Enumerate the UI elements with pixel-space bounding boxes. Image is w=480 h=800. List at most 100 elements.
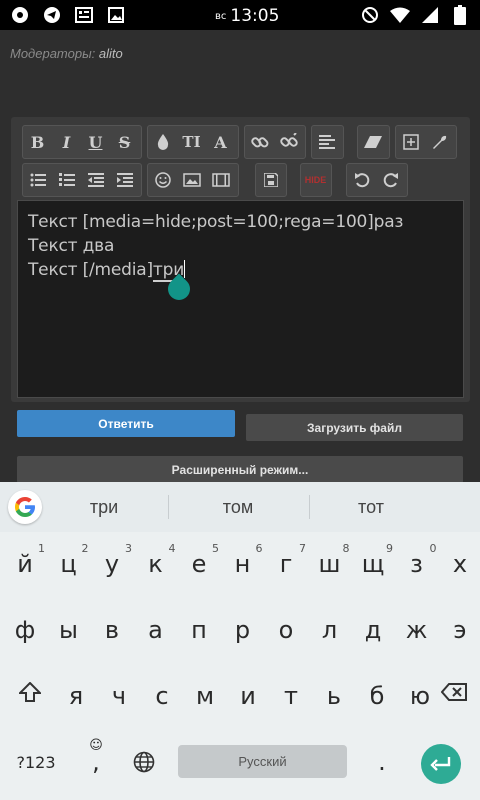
key-з[interactable]: 0з (393, 534, 441, 594)
image-icon[interactable] (177, 164, 206, 196)
underline-button[interactable]: U (81, 126, 110, 158)
insert-group (395, 125, 457, 159)
clock-time: 13:05 (230, 6, 280, 26)
history-group (346, 163, 408, 197)
indent-icon[interactable] (110, 164, 139, 196)
space-bar[interactable]: Русский (178, 745, 347, 778)
suggestion-2[interactable]: том (178, 497, 298, 518)
text-caret (184, 260, 186, 278)
save-icon[interactable] (256, 164, 285, 196)
period-key[interactable]: . (358, 732, 406, 792)
upload-file-button[interactable]: Загрузить файл (246, 414, 463, 441)
key-щ[interactable]: 9щ (349, 534, 397, 594)
key-ш[interactable]: 8ш (306, 534, 354, 594)
bold-button[interactable]: B (23, 126, 52, 158)
key-ц[interactable]: 2ц (45, 534, 93, 594)
outdent-icon[interactable] (81, 164, 110, 196)
google-logo-icon[interactable] (8, 490, 42, 524)
backspace-key[interactable] (430, 662, 478, 722)
eraser-icon[interactable] (358, 126, 387, 158)
soft-keyboard: три том тот 1й2ц3у4к5е6н7г8ш9щ0з х фывапр… (0, 482, 480, 800)
save-group (255, 163, 287, 197)
key-е[interactable]: 5е (175, 534, 223, 594)
key-в[interactable]: в (88, 600, 136, 660)
comma-key[interactable]: ☺ , (72, 732, 120, 792)
smiley-icon[interactable] (148, 164, 177, 196)
advanced-mode-button[interactable]: Расширенный режим... (17, 456, 463, 483)
key-а[interactable]: а (132, 600, 180, 660)
key-м[interactable]: м (181, 666, 229, 726)
key-у[interactable]: 3у (88, 534, 136, 594)
key-р[interactable]: р (219, 600, 267, 660)
redo-icon[interactable] (376, 164, 405, 196)
key-label: х (452, 550, 468, 578)
unlink-icon[interactable] (274, 126, 303, 158)
message-editor: B I U S TI A HIDE Текст [media=hide;post… (11, 117, 470, 402)
clock-day: вс (215, 11, 227, 22)
key-й[interactable]: 1й (1, 534, 49, 594)
key-ы[interactable]: ы (45, 600, 93, 660)
key-label: г (279, 550, 293, 578)
shift-key[interactable] (6, 662, 54, 722)
key-б[interactable]: б (353, 666, 401, 726)
align-group (311, 125, 344, 159)
key-ч[interactable]: ч (95, 666, 143, 726)
enter-key[interactable] (421, 744, 461, 784)
key-т[interactable]: т (267, 666, 315, 726)
reply-button[interactable]: Ответить (17, 410, 235, 437)
wifi-icon (390, 5, 410, 25)
key-label: й (17, 550, 33, 578)
undo-icon[interactable] (347, 164, 376, 196)
video-icon[interactable] (206, 164, 235, 196)
suggestion-divider (168, 495, 169, 519)
moderators-line: Модераторы: alito (10, 46, 123, 61)
screenshot-icon (74, 5, 94, 25)
key-ф[interactable]: ф (1, 600, 49, 660)
key-ж[interactable]: ж (393, 600, 441, 660)
key-э[interactable]: э (436, 600, 480, 660)
insert-box-icon[interactable] (396, 126, 425, 158)
key-label: ш (318, 550, 341, 578)
forum-page: Модераторы: alito B I U S TI A HIDE Текс… (0, 30, 480, 483)
key-г[interactable]: 7г (262, 534, 310, 594)
link-group (244, 125, 306, 159)
key-л[interactable]: л (306, 600, 354, 660)
wrench-icon[interactable] (425, 126, 454, 158)
editor-line-3: Текст [/media]три (28, 260, 186, 282)
key-label: н (234, 550, 251, 578)
do-not-disturb-icon (360, 5, 380, 25)
align-left-icon[interactable] (312, 126, 341, 158)
strikethrough-button[interactable]: S (110, 126, 139, 158)
key-н[interactable]: 6н (219, 534, 267, 594)
key-label: к (148, 550, 163, 578)
text-style-group: B I U S (22, 125, 142, 159)
italic-button[interactable]: I (52, 126, 81, 158)
key-ь[interactable]: ь (310, 666, 358, 726)
moderators-label: Модераторы: (10, 46, 96, 61)
key-с[interactable]: с (138, 666, 186, 726)
key-label: щ (361, 550, 385, 578)
key-х[interactable]: х (436, 534, 480, 594)
key-о[interactable]: о (262, 600, 310, 660)
link-icon[interactable] (245, 126, 274, 158)
editor-line-1: Текст [media=hide;post=100;rega=100]раз (28, 212, 404, 232)
editor-toolbar: B I U S TI A HIDE (11, 117, 470, 201)
hide-button[interactable]: HIDE (301, 164, 330, 196)
numbered-list-icon[interactable] (52, 164, 81, 196)
color-drop-icon[interactable] (148, 126, 177, 158)
key-я[interactable]: я (52, 666, 100, 726)
language-key[interactable] (120, 732, 168, 792)
font-size-button[interactable]: TI (177, 126, 206, 158)
key-и[interactable]: и (224, 666, 272, 726)
font-family-button[interactable]: A (206, 126, 235, 158)
key-д[interactable]: д (349, 600, 397, 660)
key-label: у (104, 550, 120, 578)
suggestion-3[interactable]: тот (311, 497, 431, 518)
suggestion-1[interactable]: три (44, 497, 164, 518)
bullet-list-icon[interactable] (23, 164, 52, 196)
key-п[interactable]: п (175, 600, 223, 660)
key-к[interactable]: 4к (132, 534, 180, 594)
message-textarea[interactable]: Текст [media=hide;post=100;rega=100]раз … (17, 200, 464, 398)
moderator-link[interactable]: alito (99, 46, 123, 61)
symbols-key[interactable]: ?123 (12, 732, 60, 792)
